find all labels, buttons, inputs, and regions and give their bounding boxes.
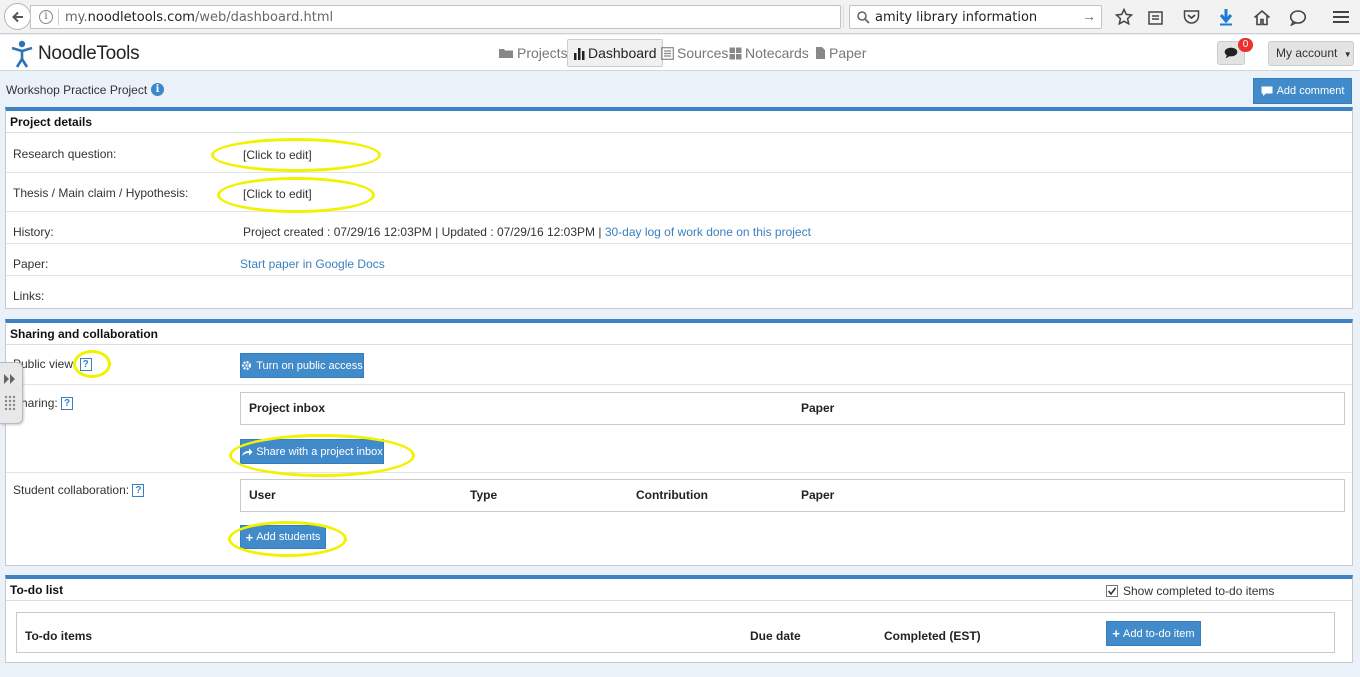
- research-question-field[interactable]: [Click to edit]: [243, 148, 312, 162]
- nav-dashboard[interactable]: Dashboard: [567, 39, 663, 67]
- thesis-row: Thesis / Main claim / Hypothesis: [Click…: [6, 173, 1352, 212]
- notification-badge: 0: [1238, 38, 1253, 52]
- help-icon[interactable]: ?: [61, 397, 74, 411]
- comment-icon: [1224, 47, 1238, 59]
- double-chevron-right-icon: [4, 374, 15, 384]
- panel-heading: Sharing and collaboration: [6, 323, 1352, 345]
- column-header: Completed (EST): [884, 629, 981, 643]
- nav-sources[interactable]: Sources: [656, 39, 733, 67]
- menu-icon[interactable]: [1329, 5, 1353, 29]
- column-header: Type: [470, 488, 498, 502]
- todo-table: To-do items Due date Completed (EST) + A…: [16, 612, 1335, 653]
- start-paper-link[interactable]: Start paper in Google Docs: [240, 257, 385, 271]
- star-icon[interactable]: [1112, 5, 1136, 29]
- help-icon[interactable]: ?: [79, 358, 92, 372]
- share-arrow-icon: [242, 448, 253, 456]
- panel-heading: Project details: [6, 111, 1352, 133]
- plus-icon: +: [1112, 626, 1121, 641]
- project-inbox-table: Project inbox Paper: [240, 392, 1345, 425]
- checkmark-icon: [1107, 587, 1117, 596]
- history-row: History: Project created : 07/29/16 12:0…: [6, 212, 1352, 244]
- pocket-icon[interactable]: [1179, 5, 1203, 29]
- collaboration-table: User Type Contribution Paper: [240, 479, 1345, 512]
- bar-chart-icon: [573, 47, 585, 60]
- column-header: User: [249, 488, 276, 502]
- field-label: History:: [13, 225, 54, 239]
- search-input[interactable]: amity library information →: [849, 5, 1102, 29]
- field-label: Research question:: [13, 147, 117, 161]
- research-question-row: Research question: [Click to edit]: [6, 133, 1352, 173]
- field-label: Links:: [13, 289, 45, 303]
- turn-on-public-access-button[interactable]: Turn on public access: [240, 353, 364, 378]
- nav-paper[interactable]: Paper: [810, 39, 871, 67]
- field-label: Thesis / Main claim / Hypothesis:: [13, 186, 189, 200]
- person-logo-icon: [11, 40, 33, 68]
- clipboard-icon[interactable]: [1143, 5, 1167, 29]
- help-icon[interactable]: ?: [132, 484, 145, 498]
- sidebar-toggle-handle[interactable]: [0, 362, 23, 424]
- address-bar[interactable]: i my.noodletools.com/web/dashboard.html …: [30, 5, 864, 29]
- back-button[interactable]: [4, 3, 31, 30]
- app-header: NoodleTools Projects Dashboard Sources N…: [0, 35, 1360, 71]
- project-details-panel: Project details Research question: [Clic…: [5, 107, 1353, 309]
- noodletools-logo[interactable]: NoodleTools: [10, 40, 140, 68]
- show-completed-toggle[interactable]: Show completed to-do items: [1106, 584, 1274, 598]
- field-label: Public view: ?: [13, 357, 92, 372]
- history-text: Project created : 07/29/16 12:03PM | Upd…: [243, 225, 811, 239]
- add-comment-button[interactable]: Add comment: [1253, 78, 1352, 104]
- paper-row: Paper: Start paper in Google Docs: [6, 244, 1352, 276]
- sharing-row: Sharing: ? Project inbox Paper Share wit…: [6, 385, 1352, 473]
- field-label: Student collaboration: ?: [13, 483, 145, 498]
- search-icon: [857, 11, 870, 24]
- add-students-button[interactable]: + Add students: [240, 525, 326, 549]
- nav-projects[interactable]: Projects: [493, 39, 573, 67]
- todo-panel: To-do list Show completed to-do items To…: [5, 575, 1353, 663]
- comment-icon: [1261, 86, 1273, 96]
- column-header: Due date: [750, 629, 801, 643]
- gear-icon: [242, 360, 252, 371]
- document-icon: [815, 46, 826, 60]
- caret-down-icon: ▼: [1343, 50, 1352, 59]
- work-log-link[interactable]: 30-day log of work done on this project: [605, 225, 811, 239]
- chat-bubble-icon[interactable]: [1286, 5, 1310, 29]
- list-icon: [661, 46, 674, 60]
- my-account-button[interactable]: My account ▼: [1268, 41, 1354, 66]
- download-icon[interactable]: [1214, 5, 1238, 29]
- field-label: Paper:: [13, 257, 49, 271]
- plus-icon: +: [245, 529, 254, 545]
- public-view-row: Public view: ? Turn on public access: [6, 345, 1352, 385]
- sharing-panel: Sharing and collaboration Public view: ?…: [5, 319, 1353, 566]
- url-text: my.noodletools.com/web/dashboard.html: [65, 10, 334, 25]
- column-header: To-do items: [25, 629, 93, 643]
- browser-toolbar: i my.noodletools.com/web/dashboard.html …: [0, 0, 1360, 34]
- student-collaboration-row: Student collaboration: ? User Type Contr…: [6, 473, 1352, 566]
- page-title: Workshop Practice Project: [6, 83, 148, 97]
- arrow-right-icon[interactable]: →: [1082, 8, 1096, 24]
- column-header: Paper: [801, 401, 835, 415]
- thesis-field[interactable]: [Click to edit]: [243, 187, 312, 201]
- share-with-project-inbox-button[interactable]: Share with a project inbox: [240, 439, 384, 464]
- add-todo-button[interactable]: + Add to-do item: [1106, 621, 1201, 646]
- home-icon[interactable]: [1250, 5, 1274, 29]
- info-icon[interactable]: i: [39, 10, 53, 24]
- arrow-left-icon: [11, 11, 23, 22]
- folder-icon: [498, 47, 514, 59]
- column-header: Project inbox: [249, 401, 326, 415]
- column-header: Contribution: [636, 488, 708, 502]
- checkbox[interactable]: [1106, 585, 1118, 597]
- grid-icon: [729, 47, 742, 60]
- nav-notecards[interactable]: Notecards: [724, 39, 814, 67]
- grip-icon: [4, 395, 16, 411]
- links-row: Links:: [6, 276, 1352, 309]
- info-icon[interactable]: i: [151, 83, 164, 96]
- column-header: Paper: [801, 488, 835, 502]
